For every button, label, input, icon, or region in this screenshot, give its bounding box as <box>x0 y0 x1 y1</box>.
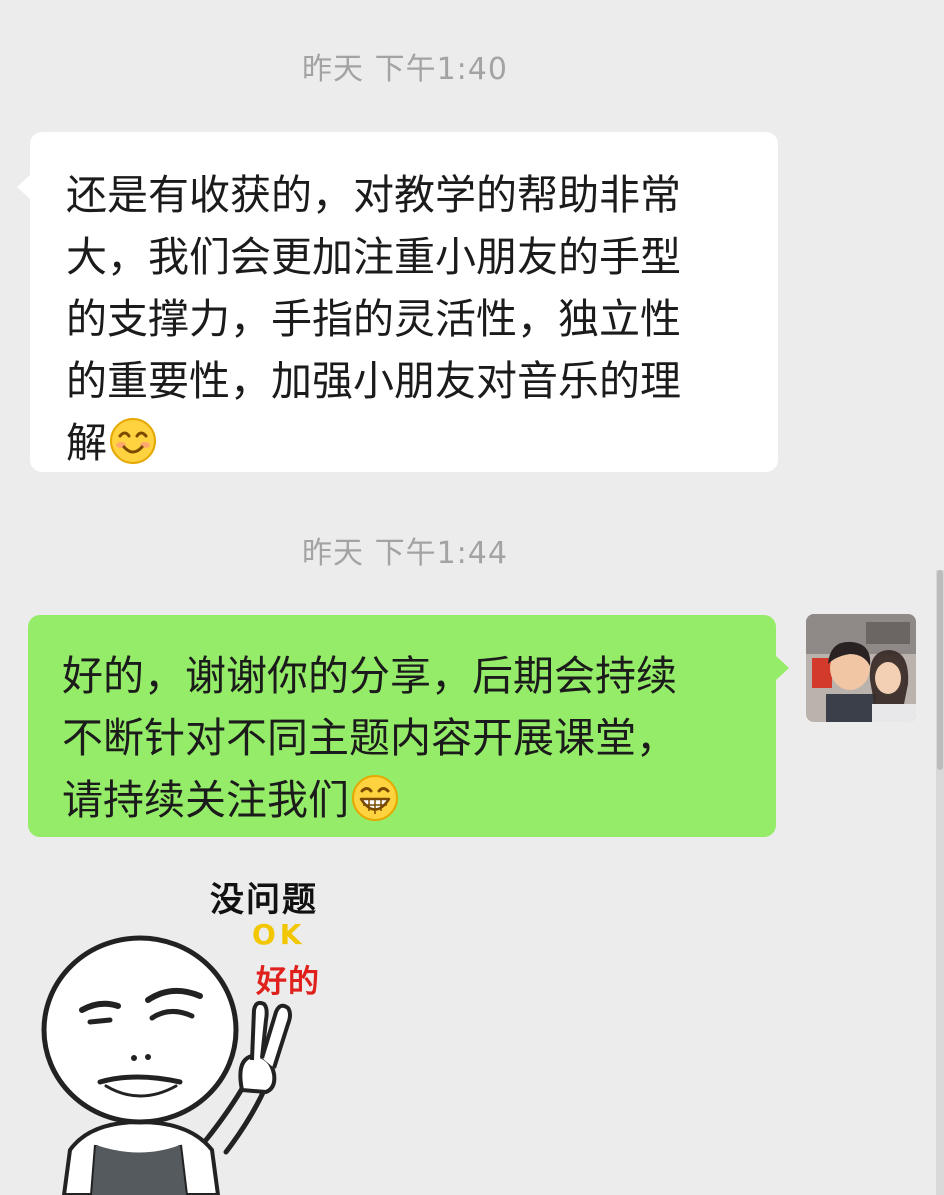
meme-face-drawing <box>41 935 292 1195</box>
ok-sticker[interactable]: 没问题 OK 好的 <box>30 860 390 1195</box>
message-line: 大，我们会更加注重小朋友的手型 <box>66 233 681 281</box>
message-line: 请持续关注我们 <box>62 776 349 824</box>
message-line: 的重要性，加强小朋友对音乐的理 <box>66 357 681 405</box>
message-line: 还是有收获的，对教学的帮助非常 <box>66 171 681 219</box>
outgoing-message-bubble[interactable]: 好的，谢谢你的分享，后期会持续 不断针对不同主题内容开展课堂， 请持续关注我们 <box>28 615 789 837</box>
message-line: 好的，谢谢你的分享，后期会持续 <box>62 652 677 700</box>
scrollbar-thumb[interactable] <box>937 570 943 770</box>
smile-emoji-icon <box>110 418 156 464</box>
message-line: 的支撑力，手指的灵活性，独立性 <box>66 295 681 343</box>
scrollbar[interactable] <box>936 570 944 1195</box>
message-line: 解 <box>66 419 107 467</box>
grin-emoji-icon <box>352 775 398 821</box>
chat-timestamp: 昨天 下午1:40 <box>302 52 508 87</box>
avatar[interactable] <box>806 614 916 722</box>
incoming-message-bubble[interactable]: 还是有收获的，对教学的帮助非常 大，我们会更加注重小朋友的手型 的支撑力，手指的… <box>17 132 778 472</box>
chat-timestamp: 昨天 下午1:44 <box>302 536 508 571</box>
avatar-image <box>806 614 916 722</box>
message-line: 不断针对不同主题内容开展课堂， <box>62 714 677 762</box>
